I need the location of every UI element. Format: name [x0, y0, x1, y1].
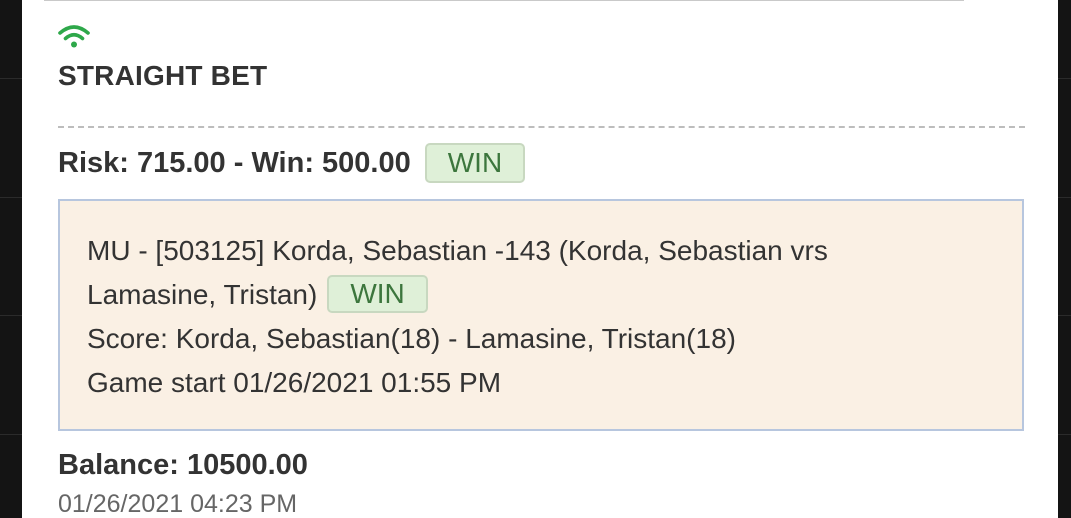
backdrop-divider — [1058, 197, 1071, 198]
wager-detail-text: MU - [503125] Korda, Sebastian -143 (Kor… — [87, 229, 997, 405]
backdrop-divider — [1058, 315, 1071, 316]
bet-status-badge: WIN — [424, 143, 526, 183]
ticket-timestamp: 01/26/2021 04:23 PM — [58, 490, 298, 518]
wager-score-line: Score: Korda, Sebastian(18) - Lamasine, … — [87, 323, 736, 354]
bet-type-title: STRAIGHT BET — [58, 60, 268, 91]
backdrop-divider — [1058, 434, 1071, 435]
wager-game-start-line: Game start 01/26/2021 01:55 PM — [87, 367, 502, 398]
wager-description-line: MU - [503125] Korda, Sebastian -143 (Kor… — [87, 235, 828, 266]
wager-matchup-text: Lamasine, Tristan) — [87, 279, 318, 310]
card-top-border — [44, 0, 964, 1]
backdrop-divider — [0, 315, 22, 316]
dashed-divider — [58, 126, 1025, 128]
account-balance: Balance: 10500.00 — [58, 449, 308, 481]
wifi-icon — [58, 25, 90, 48]
wager-status-badge: WIN — [327, 275, 428, 313]
risk-win-row: Risk: 715.00 - Win: 500.00 WIN — [58, 142, 526, 184]
risk-win-amounts: Risk: 715.00 - Win: 500.00 — [58, 146, 411, 179]
wager-detail-box: MU - [503125] Korda, Sebastian -143 (Kor… — [58, 199, 1024, 431]
backdrop-divider — [1058, 78, 1071, 79]
bet-ticket-card: STRAIGHT BET Risk: 715.00 - Win: 500.00 … — [22, 0, 1058, 518]
backdrop-divider — [0, 434, 22, 435]
wager-matchup-line: Lamasine, Tristan) WIN — [87, 273, 997, 317]
backdrop-divider — [0, 197, 22, 198]
backdrop-divider — [0, 78, 22, 79]
